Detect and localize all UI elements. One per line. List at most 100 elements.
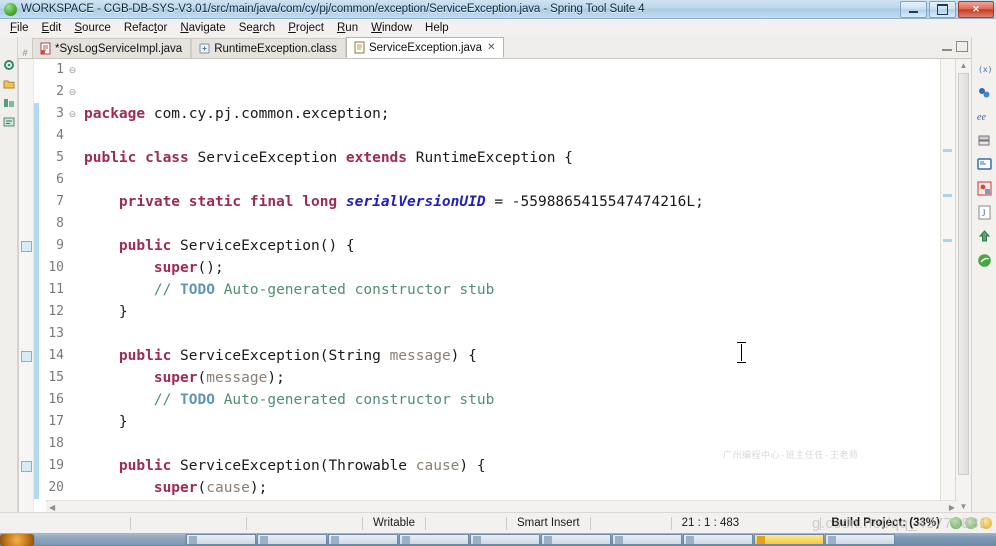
menu-project[interactable]: Project: [282, 21, 331, 35]
overview-todo-mark[interactable]: [943, 239, 952, 242]
project-explorer-icon[interactable]: [3, 78, 15, 90]
scroll-up-icon[interactable]: ▲: [959, 61, 968, 70]
taskbar-item-1[interactable]: [186, 534, 256, 545]
minimize-button[interactable]: [900, 1, 927, 18]
window-controls: ✕: [900, 1, 994, 18]
line-number: 1: [56, 62, 64, 77]
taskbar-item-icon: [757, 535, 765, 544]
todo-marker-icon[interactable]: [21, 351, 32, 362]
quick-diff-change-bar: [34, 59, 39, 513]
overview-ruler[interactable]: [940, 59, 955, 513]
line-number: 12: [48, 304, 64, 319]
taskbar-item-4[interactable]: [399, 534, 469, 545]
expressions-icon[interactable]: ee: [977, 109, 992, 124]
code-folding-ruler[interactable]: ⊖ ⊖ ⊖: [67, 59, 78, 513]
code-token-plain: com.cy.pj.common.exception;: [145, 106, 390, 122]
menu-run[interactable]: Run: [331, 21, 365, 35]
start-button[interactable]: [0, 533, 34, 546]
code-token-plain: ) {: [459, 458, 486, 474]
maximize-editor-icon[interactable]: [956, 41, 968, 52]
code-token-plain: ) {: [450, 348, 477, 364]
line-number: 16: [48, 392, 64, 407]
code-token-todo: TODO: [180, 282, 215, 298]
breakpoints-icon[interactable]: [977, 85, 992, 100]
scroll-right-icon[interactable]: ▶: [949, 503, 955, 512]
line-number: 5: [56, 150, 64, 165]
menu-refactor[interactable]: Refactor: [118, 21, 174, 35]
overview-todo-mark[interactable]: [943, 194, 952, 197]
maximize-button[interactable]: [929, 1, 956, 18]
todo-marker-icon[interactable]: [21, 461, 32, 472]
tab-syslogserviceimpl-label: *SysLogServiceImpl.java: [55, 42, 183, 55]
variables-icon[interactable]: (x)=: [977, 61, 996, 76]
taskbar-item-9[interactable]: [754, 534, 824, 545]
annotation-marker-ruler[interactable]: [19, 59, 34, 513]
taskbar-item-icon: [260, 535, 268, 544]
scroll-left-icon[interactable]: ◀: [49, 503, 55, 512]
todo-marker-icon[interactable]: [21, 241, 32, 252]
close-icon[interactable]: ✕: [487, 42, 495, 53]
notification-icon[interactable]: [980, 517, 992, 529]
spring-leaf-icon: [4, 2, 17, 16]
progress-indicator-icon[interactable]: [950, 517, 962, 529]
scroll-down-icon[interactable]: ▼: [959, 502, 968, 511]
problems-icon[interactable]: [977, 181, 992, 196]
code-token-parm: message: [389, 348, 451, 364]
code-token-plain: (: [197, 370, 207, 386]
workbench: # *SysLogServiceImpl.java RuntimeExcepti…: [0, 37, 996, 513]
taskbar-item-icon: [615, 535, 623, 544]
fold-toggle-icon[interactable]: ⊖: [67, 59, 78, 81]
tab-runtimeexception-class[interactable]: RuntimeException.class: [191, 38, 346, 58]
outline-icon[interactable]: [3, 116, 15, 128]
menu-file[interactable]: File: [4, 21, 36, 35]
code-token-kw: private static final long: [118, 194, 338, 210]
vertical-scrollbar-thumb[interactable]: [958, 73, 969, 475]
menu-navigate[interactable]: Navigate: [174, 21, 232, 35]
menu-window[interactable]: Window: [365, 21, 419, 35]
vertical-scrollbar[interactable]: ▲ ▼: [955, 59, 971, 513]
menu-help[interactable]: Help: [419, 21, 456, 35]
tab-syslogserviceimpl[interactable]: *SysLogServiceImpl.java: [32, 38, 192, 58]
taskbar-item-6[interactable]: [541, 534, 611, 545]
svg-text:J: J: [982, 208, 986, 218]
package-explorer-icon[interactable]: [3, 59, 15, 71]
overview-todo-mark[interactable]: [943, 149, 952, 152]
statusbar-build-progress[interactable]: Build Project: (33%): [820, 516, 950, 530]
code-line: public ServiceException(String message) …: [84, 345, 940, 367]
tab-serviceexception-java[interactable]: ServiceException.java ✕: [345, 37, 505, 58]
fold-toggle-icon[interactable]: ⊖: [67, 103, 78, 125]
close-button[interactable]: ✕: [958, 1, 994, 18]
line-number: 9: [56, 238, 64, 253]
javadoc-icon[interactable]: J: [977, 205, 992, 220]
taskbar-item-3[interactable]: [328, 534, 398, 545]
taskbar-item-5[interactable]: [470, 534, 540, 545]
menu-search[interactable]: Search: [233, 21, 282, 35]
source-editor[interactable]: 1 2 3 4 5 6 7 8 9 10 11 12 13 14 15 16 17 18 19 20 ⊖ ⊖ ⊖ pack…: [18, 59, 971, 513]
code-token-kw: super: [153, 370, 198, 386]
menu-source[interactable]: Source: [68, 21, 117, 35]
line-number: 13: [48, 326, 64, 341]
console-icon[interactable]: [976, 157, 992, 172]
menu-edit[interactable]: Edit: [36, 21, 69, 35]
menu-navigate-rest: avigate: [188, 22, 226, 34]
spring-icon[interactable]: [977, 253, 992, 268]
menu-file-rest: ile: [17, 22, 29, 34]
servers-icon[interactable]: [977, 133, 992, 148]
code-text[interactable]: package com.cy.pj.common.exception; publ…: [78, 59, 940, 513]
tab-runtimeexception-class-label: RuntimeException.class: [214, 42, 337, 55]
minimize-editor-icon[interactable]: [942, 49, 952, 51]
class-file-icon: [198, 42, 211, 55]
boot-dashboard-icon[interactable]: [977, 229, 992, 244]
fold-toggle-icon[interactable]: ⊖: [67, 81, 78, 103]
taskbar-item-10[interactable]: [825, 534, 895, 545]
right-view-shortcut-bar: (x)= ee J: [971, 37, 996, 513]
taskbar-item-8[interactable]: [683, 534, 753, 545]
heap-status-icon[interactable]: [965, 517, 977, 529]
taskbar-item-2[interactable]: [257, 534, 327, 545]
boot-dashboard-icon[interactable]: [3, 97, 15, 109]
taskbar-item-7[interactable]: [612, 534, 682, 545]
taskbar-item-icon: [189, 535, 197, 544]
code-token-parm: cause: [415, 458, 460, 474]
